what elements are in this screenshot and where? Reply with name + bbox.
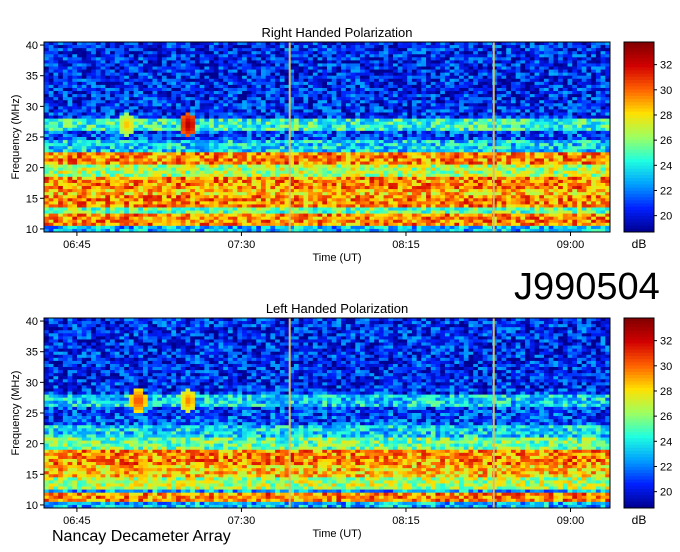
heatmap-raster <box>44 42 611 233</box>
vertical-marker-2 <box>492 318 495 508</box>
x-axis-label: Time (UT) <box>312 252 361 264</box>
y-tick-label: 40 <box>26 40 38 52</box>
x-tick-label: 06:45 <box>63 239 91 251</box>
colorbar-tick-label: 22 <box>660 461 672 473</box>
colorbar-tick-label: 28 <box>660 386 672 398</box>
y-tick-label: 30 <box>26 377 38 389</box>
colorbar-tick-label: 22 <box>660 185 672 197</box>
colorbar-tick-label: 20 <box>660 487 672 499</box>
spectrogram-panel-1: Right Handed Polarization 10 15 20 25 30 35 40 0… <box>10 25 672 264</box>
y-axis-label: Frequency (MHz) <box>10 95 22 180</box>
panel-title: Left Handed Polarization <box>266 301 408 316</box>
x-tick-label: 09:00 <box>557 515 585 527</box>
y-tick-label: 10 <box>26 224 38 236</box>
colorbar-tick-label: 30 <box>660 85 672 97</box>
y-tick-label: 20 <box>26 439 38 451</box>
colorbar-tick-label: 20 <box>660 211 672 223</box>
colorbar-tick-label: 26 <box>660 135 672 147</box>
colorbar: 20 22 24 26 28 30 32 dB <box>623 41 672 251</box>
observation-id: J990504 <box>514 266 660 308</box>
vertical-marker-1 <box>288 318 291 508</box>
heatmap-raster <box>44 318 611 509</box>
y-tick-label: 20 <box>26 163 38 175</box>
x-tick-label: 07:30 <box>228 239 256 251</box>
vertical-marker-2 <box>492 42 495 232</box>
y-tick-label: 15 <box>26 193 38 205</box>
colorbar-tick-label: 32 <box>660 60 672 72</box>
colorbar-tick-label: 24 <box>660 160 672 172</box>
x-tick-label: 08:15 <box>392 239 420 251</box>
x-tick-label: 08:15 <box>392 515 420 527</box>
panel-title: Right Handed Polarization <box>261 25 412 40</box>
y-tick-label: 25 <box>26 132 38 144</box>
colorbar: 20 22 24 26 28 30 32 dB <box>623 317 672 527</box>
colorbar-tick-label: 28 <box>660 110 672 122</box>
y-axis-label: Frequency (MHz) <box>10 371 22 456</box>
x-tick-label: 07:30 <box>228 515 256 527</box>
spectrogram-figure: { "figure": { "observation_id": "J990504… <box>0 0 680 552</box>
y-tick-label: 35 <box>26 71 38 83</box>
colorbar-tick-label: 32 <box>660 336 672 348</box>
x-axis-label: Time (UT) <box>312 528 361 540</box>
spectrogram-panel-2: Left Handed Polarization 10 15 20 25 30 35 40 06… <box>10 301 672 540</box>
y-tick-label: 10 <box>26 500 38 512</box>
x-tick-label: 09:00 <box>557 239 585 251</box>
vertical-marker-1 <box>288 42 291 232</box>
y-tick-label: 40 <box>26 316 38 328</box>
colorbar-label: dB <box>632 513 647 527</box>
y-tick-label: 15 <box>26 469 38 481</box>
colorbar-label: dB <box>632 237 647 251</box>
colorbar-tick-label: 26 <box>660 411 672 423</box>
y-tick-label: 35 <box>26 347 38 359</box>
colorbar-tick-label: 30 <box>660 361 672 373</box>
credit-label: Nancay Decameter Array <box>52 528 231 545</box>
y-tick-label: 25 <box>26 408 38 420</box>
x-tick-label: 06:45 <box>63 515 91 527</box>
colorbar-tick-label: 24 <box>660 436 672 448</box>
y-tick-label: 30 <box>26 101 38 113</box>
